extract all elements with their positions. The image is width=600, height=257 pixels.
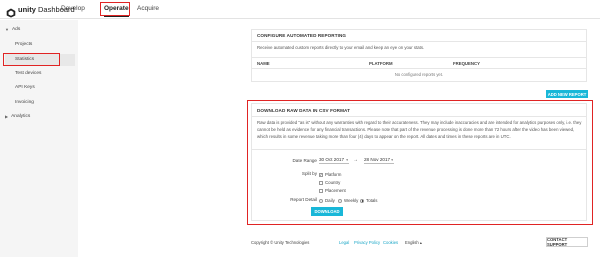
tab-acquire[interactable]: Acquire (137, 5, 159, 12)
cookies-link[interactable]: Cookies (383, 240, 398, 245)
divider (252, 68, 586, 69)
legal-link[interactable]: Legal (339, 240, 349, 245)
language-label: English (405, 240, 419, 245)
highlight-operate-tab (100, 2, 130, 16)
language-selector[interactable]: English ▴ (405, 240, 422, 245)
sidebar-item-test-devices[interactable]: Test devices (15, 71, 41, 76)
column-header-name[interactable]: NAME (257, 61, 270, 66)
top-bar: unity Dashboard Develop Operate Acquire (0, 0, 600, 19)
highlight-raw-data-card (247, 100, 593, 225)
sidebar-group-ads-label: Ads (11, 27, 21, 32)
sidebar-item-api-keys[interactable]: API Keys (15, 85, 35, 90)
add-new-report-button[interactable]: ADD NEW REPORT (546, 90, 588, 98)
chevron-up-icon: ▴ (419, 240, 423, 245)
sidebar-item-projects[interactable]: Projects (15, 42, 32, 47)
privacy-policy-link[interactable]: Privacy Policy (354, 240, 380, 245)
sidebar-group-analytics[interactable]: ▶ Analytics (5, 114, 30, 119)
automated-reporting-card: CONFIGURE AUTOMATED REPORTING Receive au… (251, 29, 587, 82)
column-header-frequency[interactable]: FREQUENCY (453, 61, 480, 66)
column-header-platform[interactable]: PLATFORM (369, 61, 393, 66)
chevron-down-icon: ▼ (5, 27, 9, 32)
sidebar-item-invoicing[interactable]: Invoicing (15, 100, 34, 105)
sidebar-group-ads[interactable]: ▼ Ads (5, 27, 20, 32)
copyright-text: Copyright © Unity Technologies (251, 240, 310, 245)
highlight-statistics-item (3, 53, 60, 66)
chevron-right-icon: ▶ (5, 114, 9, 119)
logo-brand-text: unity (18, 5, 36, 14)
tab-develop[interactable]: Develop (61, 5, 85, 12)
empty-reports-message: No configured reports yet. (394, 72, 444, 77)
divider (252, 57, 586, 58)
sidebar-group-analytics-label: Analytics (11, 114, 31, 119)
contact-support-button[interactable]: CONTACT SUPPORT (546, 237, 588, 247)
unity-cube-icon (6, 5, 16, 17)
automated-reporting-title: CONFIGURE AUTOMATED REPORTING (257, 33, 347, 38)
divider (252, 41, 586, 42)
automated-reporting-description: Receive automated custom reports directl… (257, 45, 425, 50)
